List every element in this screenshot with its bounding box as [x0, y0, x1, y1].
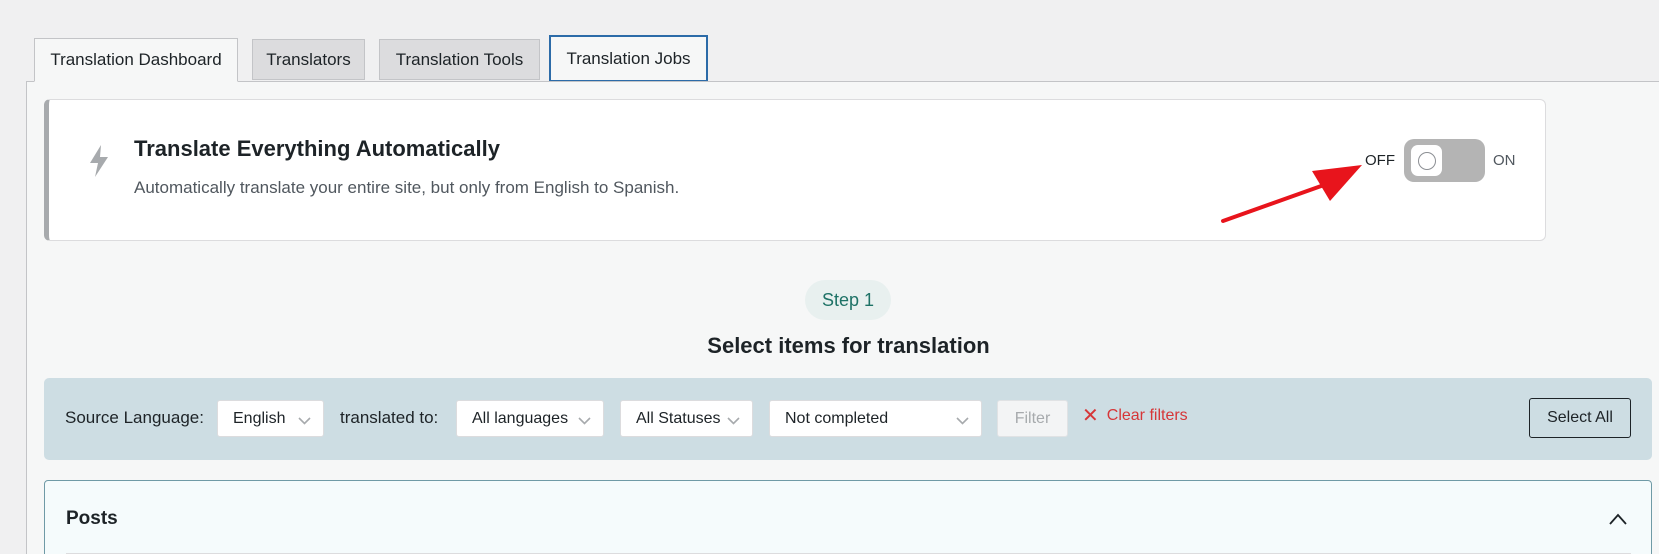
source-language-select[interactable]: English — [217, 400, 324, 437]
source-language-label: Source Language: — [65, 408, 204, 427]
step-badge: Step 1 — [805, 280, 891, 320]
circle-icon — [1417, 151, 1436, 170]
auto-translate-description: Automatically translate your entire site… — [134, 178, 680, 197]
posts-title: Posts — [66, 508, 118, 529]
chevron-down-icon — [298, 417, 311, 425]
chevron-up-icon[interactable] — [1608, 512, 1628, 526]
chevron-down-icon — [578, 417, 591, 425]
tab-translators[interactable]: Translators — [252, 39, 365, 80]
tab-translation-tools[interactable]: Translation Tools — [379, 39, 540, 80]
chevron-down-icon — [956, 417, 969, 425]
filter-bar: Source Language: English translated to: … — [44, 378, 1652, 460]
bolt-icon — [90, 145, 108, 177]
select-all-button[interactable]: Select All — [1529, 398, 1631, 438]
source-language-value: English — [233, 409, 286, 427]
status-value: All Statuses — [636, 409, 721, 427]
close-icon: ✕ — [1082, 405, 1099, 427]
clear-filters-link[interactable]: ✕ Clear filters — [1082, 405, 1188, 427]
translated-to-label: translated to: — [340, 408, 439, 427]
chevron-down-icon — [727, 417, 740, 425]
tab-translation-jobs[interactable]: Translation Jobs — [549, 35, 708, 82]
toggle-knob — [1411, 145, 1442, 176]
target-language-select[interactable]: All languages — [456, 400, 604, 437]
posts-section: Posts — [44, 480, 1652, 554]
filter-button[interactable]: Filter — [997, 400, 1068, 437]
step-heading: Select items for translation — [707, 333, 990, 358]
clear-filters-label: Clear filters — [1106, 407, 1188, 424]
toggle-on-label: ON — [1493, 152, 1516, 169]
auto-translate-title: Translate Everything Automatically — [134, 136, 500, 161]
completion-select[interactable]: Not completed — [769, 400, 982, 437]
completion-value: Not completed — [785, 409, 889, 427]
annotation-arrow-icon — [1221, 165, 1362, 223]
status-select[interactable]: All Statuses — [620, 400, 753, 437]
auto-translate-toggle[interactable] — [1404, 139, 1485, 182]
tab-translation-dashboard[interactable]: Translation Dashboard — [34, 38, 238, 82]
target-language-value: All languages — [472, 409, 569, 427]
